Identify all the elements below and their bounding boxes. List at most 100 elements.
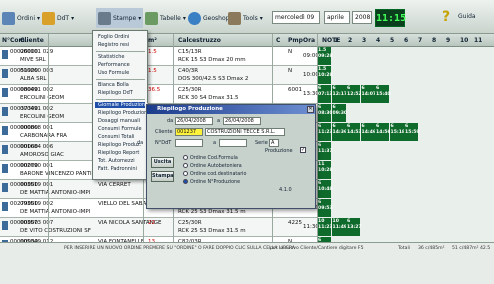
slot-area[interactable]: 6 07:13 6 12:17 6 12:52 6 14:07 6 15:40 (317, 85, 494, 104)
column-header[interactable]: 10 (460, 37, 468, 44)
delivery-slot[interactable]: 6 14:36 (331, 123, 347, 141)
date-to-field[interactable]: 26/04/2008 (223, 117, 261, 125)
produzione-checkbox[interactable]: ✓ (300, 147, 306, 153)
delivery-slot[interactable]: 6 14:07 (360, 85, 376, 103)
quantity-field: 1.5 (148, 68, 157, 74)
slot-area[interactable]: 6 08:30 6 09:30 (317, 104, 494, 123)
menu-item[interactable]: Registro resi (98, 42, 129, 48)
nddt-from-field[interactable] (175, 139, 203, 147)
menu-item[interactable]: Giornale Produzione (95, 102, 148, 108)
column-header[interactable]: 9 (446, 37, 450, 44)
esci-button[interactable]: Uscita (151, 157, 174, 168)
column-header[interactable]: 7 (418, 37, 422, 44)
delivery-slot[interactable]: 1.5 09:28 (317, 47, 333, 65)
menu-item[interactable]: Consumi Totali (98, 134, 134, 140)
slot-area[interactable]: 6 10:48 (317, 180, 494, 199)
delivery-slot[interactable]: 10 11:23 (317, 218, 333, 236)
table-row[interactable]: 00008000000491 002ERCOLINI GEOM36.536.5C… (0, 85, 494, 104)
menu-item[interactable]: Performance (98, 62, 130, 68)
ddt-button[interactable]: DdT ▾ (42, 8, 74, 28)
delivery-slot[interactable]: 11 10:28 (317, 161, 333, 179)
menu-item[interactable]: Fatt. Padronnini (98, 166, 137, 172)
menu-item[interactable]: Bianca Bolla (98, 82, 129, 88)
delivery-slot[interactable]: 6 11:23 (317, 123, 333, 141)
delivery-slot[interactable]: 6 15:40 (375, 85, 391, 103)
slot-area[interactable]: 1.5 09:28 (317, 47, 494, 66)
delivery-slot[interactable]: 6 08:30 (317, 104, 333, 122)
delivery-slot[interactable]: 6 12:52 (346, 85, 362, 103)
menu-item[interactable]: Riepilogo Report (98, 150, 139, 156)
menu-item[interactable]: Tot. Automezzi (98, 158, 135, 164)
nddt-to-field[interactable] (219, 139, 247, 147)
stampe-button[interactable]: Stampe ▾ (96, 8, 144, 28)
delivery-slot[interactable]: 1.5 10:28 (317, 66, 333, 84)
close-icon[interactable]: ✕ (307, 106, 314, 113)
delivery-slot[interactable]: 6 14:56 (375, 123, 391, 141)
delivery-slot[interactable]: 6 09:30 (331, 104, 347, 122)
help-icon[interactable]: ? (442, 9, 450, 25)
column-header[interactable]: C (276, 37, 280, 44)
slot-area[interactable]: 11 10:28 (317, 161, 494, 180)
delivery-slot[interactable]: 6 15:18 (389, 123, 405, 141)
tools-button[interactable]: Tools ▾ (228, 8, 263, 28)
delivery-slot[interactable]: 6 12:17 (331, 85, 347, 103)
date-month-field[interactable]: aprile (324, 11, 350, 24)
column-header[interactable]: Cliente (20, 37, 44, 44)
delivery-slot[interactable]: 6 14:46 (360, 123, 376, 141)
slot-area[interactable]: 6 09:53 (317, 199, 494, 218)
sort-option-radio[interactable]: Ordine Cod.Formula (183, 155, 238, 161)
delivery-slot[interactable]: 6 13:27 (346, 218, 362, 236)
sort-option-radio[interactable]: Ordine Autobetoniera (183, 163, 242, 169)
menu-item[interactable]: Uso Formule (98, 70, 129, 76)
column-header[interactable]: 5 (390, 37, 394, 44)
menu-item[interactable]: Consumi Formule (98, 126, 142, 132)
column-header[interactable]: Calcestruzzo (178, 37, 221, 44)
slot-area[interactable]: 6 11:23 6 14:36 6 14:53 6 14:46 6 14:56 6 15:18 6 15:… (317, 123, 494, 142)
menu-item[interactable]: Riepilogo Produzione (98, 110, 150, 116)
column-header[interactable]: 2 (348, 37, 352, 44)
slot-area[interactable]: 1.5 10:28 (317, 66, 494, 85)
column-header[interactable]: m² (148, 37, 157, 44)
column-header[interactable]: 6 (404, 37, 408, 44)
sort-option-radio[interactable]: Ordine cod.destinatario (183, 171, 246, 177)
menu-item[interactable]: Statistiche (98, 54, 125, 60)
column-header[interactable]: 1 (334, 37, 338, 44)
table-row[interactable]: 00026000000101 029MIVE SRL1.51.5C15/13RR… (0, 47, 494, 66)
table-row[interactable]: 00000000 003573 007 DE VITO COSTRUZIONI SF… (0, 218, 494, 237)
serie-field[interactable]: A (269, 139, 279, 147)
client-name: BARONE VINCENZO PANTI (20, 171, 92, 177)
column-header[interactable]: 11 (474, 37, 482, 44)
delivery-slot[interactable]: 6 15:59 (404, 123, 420, 141)
table-row[interactable]: 00051900000260 003ALBA SRL1.51.5C40/3RDO… (0, 66, 494, 85)
date-from-field[interactable]: 26/04/2008 (175, 117, 213, 125)
app-window: Ordini▾ DdT▾ Stampe▾ Tabelle▾ Geoshop▾ T… (0, 0, 494, 284)
column-header[interactable]: 4 (376, 37, 380, 44)
tabelle-button[interactable]: Tabelle ▾ (145, 8, 186, 28)
menu-item[interactable]: Riepilogo Produz. (98, 142, 141, 148)
column-header[interactable]: Ora (303, 37, 315, 44)
menu-item[interactable]: Riepilogo DdT (98, 90, 133, 96)
slot-area[interactable]: 6 11:37 (317, 142, 494, 161)
ordini-button[interactable]: Ordini ▾ (2, 8, 40, 28)
help-label[interactable]: Guida (458, 13, 476, 20)
cliente-code-field[interactable]: 001237 (175, 128, 203, 136)
delivery-slot[interactable]: 10 11:49 (331, 218, 347, 236)
delivery-slot[interactable]: 6 14:53 (346, 123, 362, 141)
delivery-slot[interactable]: 6 11:37 (317, 142, 333, 160)
date-year-field[interactable]: 2008 (352, 11, 372, 24)
menu-item[interactable]: Dosaggi manuali (98, 118, 140, 124)
delivery-slot[interactable]: 6 07:13 (317, 85, 333, 103)
delivery-slot[interactable]: 6 09:53 (317, 199, 333, 217)
column-header[interactable]: 3 (362, 37, 366, 44)
slot-area[interactable]: 10 11:23 10 11:49 6 13:27 (317, 218, 494, 237)
sort-option-radio[interactable]: Ordine N°Produzione (183, 179, 240, 185)
delivery-slot[interactable]: 6 10:48 (317, 180, 333, 198)
cliente-name-field[interactable]: COSTRUZIONI TECCE S.R.L. (205, 128, 285, 136)
column-header[interactable]: 8 (432, 37, 436, 44)
menu-item[interactable]: Foglio Ordini (98, 34, 129, 40)
order-flag-icon (2, 183, 8, 192)
slot-time: 08:30 (318, 111, 333, 116)
column-header[interactable]: Pmp (288, 37, 303, 44)
date-day-field[interactable]: mercoledì 09 (272, 11, 320, 24)
stampa-button[interactable]: Stampa (151, 171, 174, 182)
